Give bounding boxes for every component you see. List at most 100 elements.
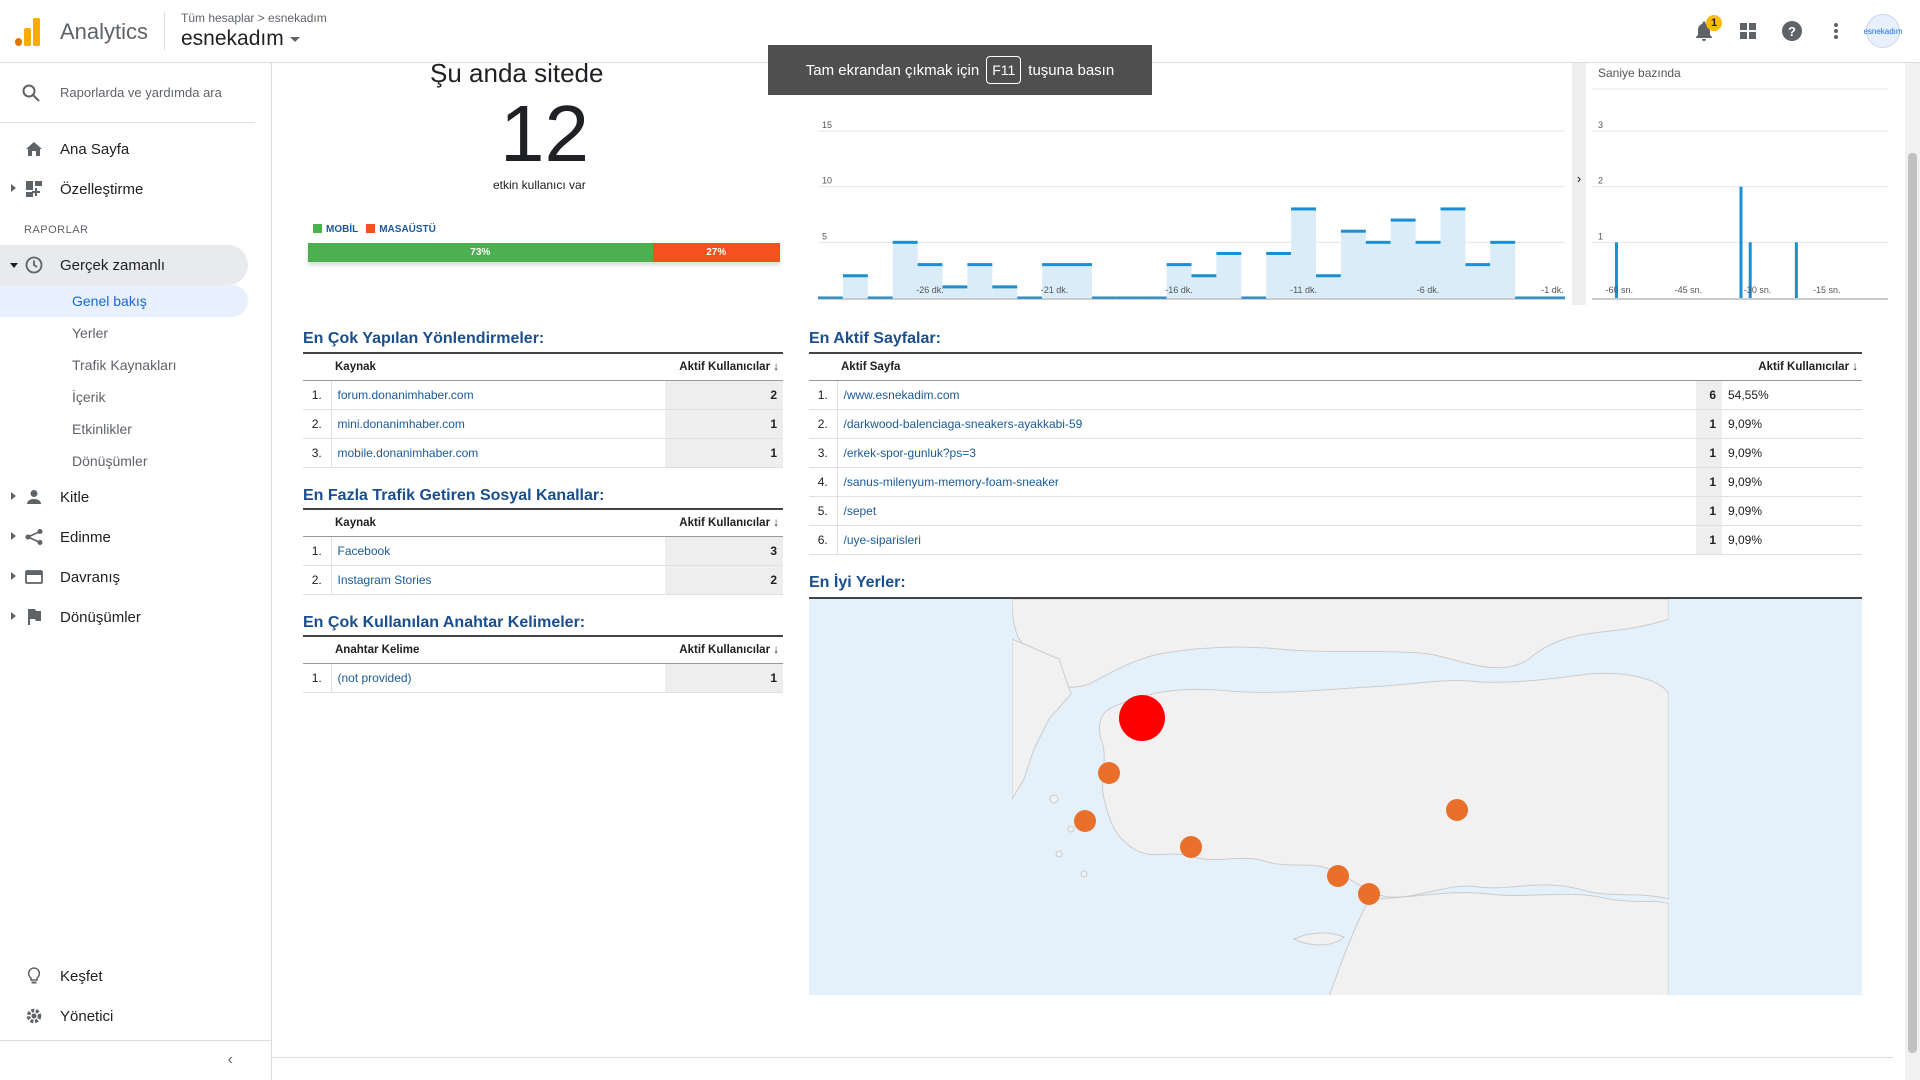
social-source-link[interactable]: Instagram Stories (331, 565, 665, 595)
social-source-link[interactable]: Facebook (331, 536, 665, 566)
minute-bar (1216, 251, 1242, 255)
minute-bar (1490, 240, 1516, 244)
active-users-value: 3 (665, 536, 783, 566)
table-row[interactable]: 1. (not provided) 1 (303, 663, 783, 693)
sort-arrow-icon: ↓ (1852, 360, 1858, 373)
column-header-label: Aktif Kullanıcılar (679, 516, 771, 529)
sidebar-item-label: Özelleştirme (60, 180, 144, 198)
sidebar-item-label: Kitle (60, 488, 90, 506)
column-header-active-users[interactable]: Aktif Kullanıcılar ↓ (665, 508, 783, 537)
sidebar-subitem-conversions[interactable]: Dönüşümler (0, 445, 271, 477)
table-row[interactable]: 2. mini.donanimhaber.com 1 (303, 409, 783, 439)
sidebar-item-realtime[interactable]: Gerçek zamanlı (0, 245, 248, 285)
social-table: Kaynak Aktif Kullanıcılar ↓ 1. Facebook 3 2… (303, 508, 783, 595)
sidebar-subitem-traffic-sources[interactable]: Trafik Kaynakları (0, 349, 271, 381)
toast-text-after: tuşuna basın (1028, 61, 1115, 79)
legend-desktop-label: MASAÜSTÜ (379, 224, 436, 235)
minute-bar (942, 285, 968, 289)
page-link[interactable]: /www.esnekadim.com (837, 380, 1696, 410)
keywords-table: Anahtar Kelime Aktif Kullanıcılar ↓ 1. (n… (303, 635, 783, 693)
help-button[interactable]: ? (1778, 17, 1806, 45)
scrollbar-thumb[interactable] (1908, 153, 1917, 1053)
table-row[interactable]: 6./uye-siparisleri 1 9,09% (809, 525, 1862, 555)
sidebar-item-customization[interactable]: Özelleştirme (0, 169, 271, 209)
referral-source-link[interactable]: forum.donanimhaber.com (331, 380, 665, 410)
sidebar-subitem-locations[interactable]: Yerler (0, 317, 271, 349)
referral-source-link[interactable]: mobile.donanimhaber.com (331, 438, 665, 468)
locations-map[interactable] (809, 597, 1862, 995)
sidebar-item-home[interactable]: Ana Sayfa (0, 129, 271, 169)
map-marker-adana (1327, 865, 1349, 887)
table-row[interactable]: 3. mobile.donanimhaber.com 1 (303, 438, 783, 468)
app-name[interactable]: Analytics (60, 19, 148, 45)
y-tick-label: 10 (822, 176, 832, 186)
account-selector[interactable]: esnekadım (181, 27, 300, 51)
sidebar-collapse[interactable]: ‹ (0, 1040, 271, 1080)
sidebar-item-acquisition[interactable]: Edinme (0, 517, 271, 557)
x-tick-label: -21 dk. (1041, 285, 1069, 295)
sidebar-item-admin[interactable]: Yönetici (0, 996, 271, 1036)
expand-arrow-icon (11, 532, 16, 540)
table-row[interactable]: 1. forum.donanimhaber.com 2 (303, 380, 783, 410)
main-bottom-divider (272, 1057, 1893, 1058)
minute-bar (1042, 263, 1067, 267)
page-link[interactable]: /uye-siparisleri (837, 525, 1696, 555)
minute-bar-area (1365, 242, 1391, 298)
breadcrumb[interactable]: Tüm hesaplar > esnekadım (181, 11, 327, 25)
y-tick-label: 2 (1598, 176, 1603, 186)
notifications-button[interactable]: 1 (1690, 15, 1722, 45)
keyword-link[interactable]: (not provided) (331, 663, 665, 693)
table-row[interactable]: 1. Facebook 3 (303, 536, 783, 566)
minute-bar (1390, 218, 1416, 222)
table-row[interactable]: 5./sepet 1 9,09% (809, 496, 1862, 526)
active-pages-table: Aktif Sayfa Aktif Kullanıcılar ↓ 1./www.… (809, 352, 1862, 555)
table-row[interactable]: 4./sanus-milenyum-memory-foam-sneaker 1 9,… (809, 467, 1862, 497)
table-row[interactable]: 2. Instagram Stories 2 (303, 565, 783, 595)
sidebar-item-discover[interactable]: Keşfet (0, 956, 271, 996)
column-header-active-users[interactable]: Aktif Kullanıcılar ↓ (665, 352, 783, 381)
minute-bar-area (1440, 208, 1466, 298)
referral-source-link[interactable]: mini.donanimhaber.com (331, 409, 665, 439)
sidebar-item-conversions[interactable]: Dönüşümler (0, 597, 271, 637)
chevron-left-icon[interactable]: ‹ (228, 1051, 233, 1069)
sidebar-item-audience[interactable]: Kitle (0, 477, 271, 517)
column-header-source: Kaynak (331, 508, 665, 537)
sidebar-subitem-content[interactable]: İçerik (0, 381, 271, 413)
x-tick-label: -6 dk. (1417, 285, 1440, 295)
table-row[interactable]: 1./www.esnekadim.com 6 54,55% (809, 380, 1862, 410)
gear-icon (25, 1007, 43, 1025)
minute-bar (1166, 263, 1192, 267)
active-users-value: 1 (665, 663, 783, 693)
table-row[interactable]: 2./darkwood-balenciaga-sneakers-ayakkabi… (809, 409, 1862, 439)
page-link[interactable]: /darkwood-balenciaga-sneakers-ayakkabi-5… (837, 409, 1696, 439)
sidebar-item-behavior[interactable]: Davranış (0, 557, 271, 597)
device-legend: MOBİL MASAÜSTÜ (313, 224, 436, 235)
scrollbar[interactable] (1905, 63, 1920, 1080)
sidebar-subitem-events[interactable]: Etkinlikler (0, 413, 271, 445)
minute-bar-area (1340, 231, 1366, 298)
page-link[interactable]: /sepet (837, 496, 1696, 526)
active-users-percent: 9,09% (1722, 467, 1862, 497)
map-marker-izmir (1074, 810, 1096, 832)
analytics-logo-icon[interactable] (15, 18, 41, 46)
row-index: 1. (303, 380, 332, 410)
sidebar-search[interactable]: Raporlarda ve yardımda ara (0, 63, 255, 123)
page-link[interactable]: /erkek-spor-gunluk?ps=3 (837, 438, 1696, 468)
more-options-button[interactable] (1822, 17, 1850, 45)
sidebar-subitem-overview[interactable]: Genel bakış (0, 285, 248, 317)
column-header-label: Aktif Kullanıcılar (679, 643, 771, 656)
column-header-active-users[interactable]: Aktif Kullanıcılar ↓ (1722, 352, 1862, 381)
x-tick-label: -45 sn. (1675, 285, 1703, 295)
active-users-value: 1 (1696, 496, 1722, 526)
column-header-keyword: Anahtar Kelime (331, 635, 665, 664)
table-row[interactable]: 3./erkek-spor-gunluk?ps=3 1 9,09% (809, 438, 1862, 468)
sidebar-item-label: Gerçek zamanlı (60, 256, 166, 274)
apps-button[interactable] (1734, 17, 1762, 45)
chevron-right-icon: › (1577, 171, 1581, 186)
page-link[interactable]: /sanus-milenyum-memory-foam-sneaker (837, 467, 1696, 497)
account-avatar[interactable]: esnekadım (1863, 14, 1903, 48)
column-header-active-users[interactable]: Aktif Kullanıcılar ↓ (665, 635, 783, 664)
second-bar (1739, 186, 1743, 298)
minute-bar (892, 240, 918, 244)
avatar-label: esnekadım (1863, 26, 1903, 36)
